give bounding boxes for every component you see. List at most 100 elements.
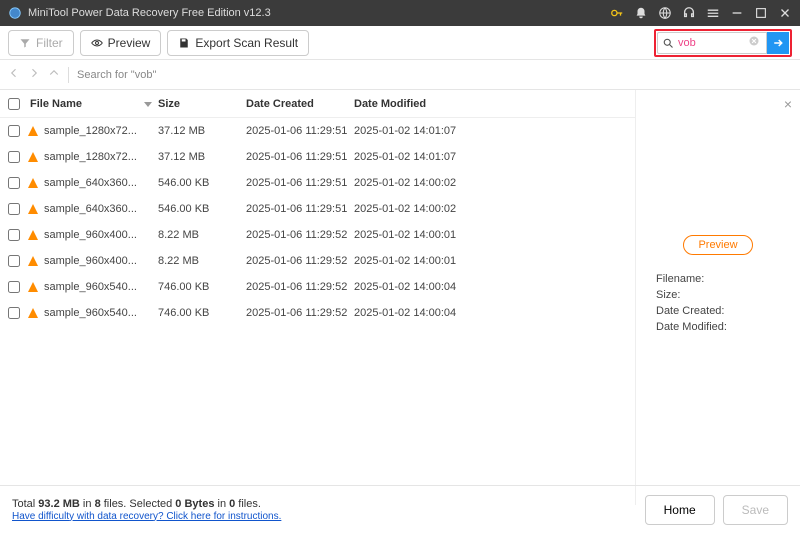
table-row[interactable]: sample_640x360...546.00 KB2025-01-06 11:… (0, 170, 635, 196)
col-created-header[interactable]: Date Created (246, 98, 354, 110)
row-checkbox[interactable] (8, 203, 20, 215)
vlc-file-icon (28, 308, 44, 318)
vlc-file-icon (28, 230, 44, 240)
close-preview-icon[interactable]: × (784, 96, 792, 112)
row-created: 2025-01-06 11:29:51 (246, 125, 354, 137)
menu-icon[interactable] (706, 6, 720, 20)
vlc-file-icon (28, 178, 44, 188)
row-modified: 2025-01-02 14:00:04 (354, 281, 462, 293)
row-size: 546.00 KB (158, 203, 246, 215)
titlebar: MiniTool Power Data Recovery Free Editio… (0, 0, 800, 26)
export-button[interactable]: Export Scan Result (167, 30, 309, 56)
row-modified: 2025-01-02 14:01:07 (354, 151, 462, 163)
home-button[interactable]: Home (645, 495, 715, 525)
row-checkbox[interactable] (8, 255, 20, 267)
row-modified: 2025-01-02 14:00:01 (354, 229, 462, 241)
app-logo-icon (8, 6, 22, 20)
table-row[interactable]: sample_960x400...8.22 MB2025-01-06 11:29… (0, 222, 635, 248)
row-filename: sample_960x400... (44, 229, 158, 241)
sort-desc-icon (144, 100, 152, 108)
row-created: 2025-01-06 11:29:52 (246, 281, 354, 293)
save-icon (178, 37, 190, 49)
row-created: 2025-01-06 11:29:51 (246, 151, 354, 163)
row-size: 746.00 KB (158, 307, 246, 319)
select-all-checkbox[interactable] (8, 98, 20, 110)
meta-size: Size: (656, 289, 780, 301)
row-modified: 2025-01-02 14:00:01 (354, 255, 462, 267)
table-row[interactable]: sample_960x400...8.22 MB2025-01-06 11:29… (0, 248, 635, 274)
row-checkbox[interactable] (8, 281, 20, 293)
minimize-icon[interactable] (730, 6, 744, 20)
row-size: 8.22 MB (158, 255, 246, 267)
vlc-file-icon (28, 282, 44, 292)
nav-row: Search for "vob" (0, 60, 800, 90)
meta-filename: Filename: (656, 273, 780, 285)
toolbar: Filter Preview Export Scan Result (0, 26, 800, 60)
help-link[interactable]: Have difficulty with data recovery? Clic… (12, 511, 281, 522)
footer-stats: Total 93.2 MB in 8 files. Selected 0 Byt… (12, 498, 637, 522)
side-preview-button[interactable]: Preview (683, 235, 752, 255)
row-filename: sample_640x360... (44, 203, 158, 215)
row-created: 2025-01-06 11:29:52 (246, 307, 354, 319)
save-button[interactable]: Save (723, 495, 788, 525)
row-modified: 2025-01-02 14:00:02 (354, 177, 462, 189)
row-filename: sample_1280x72... (44, 151, 158, 163)
filter-label: Filter (36, 36, 63, 50)
row-size: 8.22 MB (158, 229, 246, 241)
row-filename: sample_960x540... (44, 281, 158, 293)
meta-modified: Date Modified: (656, 321, 780, 333)
search-highlight (654, 29, 792, 57)
row-checkbox[interactable] (8, 125, 20, 137)
bell-icon[interactable] (634, 6, 648, 20)
search-go-button[interactable] (767, 32, 789, 54)
table-header: File Name Size Date Created Date Modifie… (0, 90, 635, 118)
table-row[interactable]: sample_960x540...746.00 KB2025-01-06 11:… (0, 274, 635, 300)
meta-created: Date Created: (656, 305, 780, 317)
table-pane: File Name Size Date Created Date Modifie… (0, 90, 635, 505)
headset-icon[interactable] (682, 6, 696, 20)
filter-button[interactable]: Filter (8, 30, 74, 56)
table-row[interactable]: sample_1280x72...37.12 MB2025-01-06 11:2… (0, 144, 635, 170)
total-size: 93.2 MB (38, 498, 80, 510)
clear-search-icon[interactable] (748, 34, 760, 52)
row-size: 746.00 KB (158, 281, 246, 293)
row-modified: 2025-01-02 14:01:07 (354, 125, 462, 137)
globe-icon[interactable] (658, 6, 672, 20)
col-name-header[interactable]: File Name (28, 98, 158, 110)
close-icon[interactable] (778, 6, 792, 20)
table-row[interactable]: sample_1280x72...37.12 MB2025-01-06 11:2… (0, 118, 635, 144)
row-created: 2025-01-06 11:29:51 (246, 203, 354, 215)
funnel-icon (19, 37, 31, 49)
row-checkbox[interactable] (8, 307, 20, 319)
row-created: 2025-01-06 11:29:52 (246, 229, 354, 241)
nav-back-icon[interactable] (8, 67, 20, 82)
key-icon[interactable] (610, 6, 624, 20)
row-checkbox[interactable] (8, 177, 20, 189)
row-modified: 2025-01-02 14:00:02 (354, 203, 462, 215)
preview-button[interactable]: Preview (80, 30, 162, 56)
arrow-right-icon (772, 37, 784, 49)
table-row[interactable]: sample_640x360...546.00 KB2025-01-06 11:… (0, 196, 635, 222)
col-size-header[interactable]: Size (158, 98, 246, 110)
footer: Total 93.2 MB in 8 files. Selected 0 Byt… (0, 485, 800, 533)
vlc-file-icon (28, 204, 44, 214)
app-title: MiniTool Power Data Recovery Free Editio… (28, 7, 610, 19)
row-filename: sample_960x540... (44, 307, 158, 319)
maximize-icon[interactable] (754, 6, 768, 20)
row-filename: sample_1280x72... (44, 125, 158, 137)
vlc-file-icon (28, 126, 44, 136)
table-row[interactable]: sample_960x540...746.00 KB2025-01-06 11:… (0, 300, 635, 326)
vlc-file-icon (28, 256, 44, 266)
nav-forward-icon[interactable] (28, 67, 40, 82)
search-input[interactable] (678, 37, 748, 49)
row-checkbox[interactable] (8, 229, 20, 241)
row-checkbox[interactable] (8, 151, 20, 163)
col-modified-header[interactable]: Date Modified (354, 98, 462, 110)
nav-up-icon[interactable] (48, 67, 60, 82)
divider (68, 67, 69, 83)
row-size: 37.12 MB (158, 125, 246, 137)
row-created: 2025-01-06 11:29:52 (246, 255, 354, 267)
search-box (657, 32, 767, 54)
row-filename: sample_640x360... (44, 177, 158, 189)
export-label: Export Scan Result (195, 36, 298, 50)
